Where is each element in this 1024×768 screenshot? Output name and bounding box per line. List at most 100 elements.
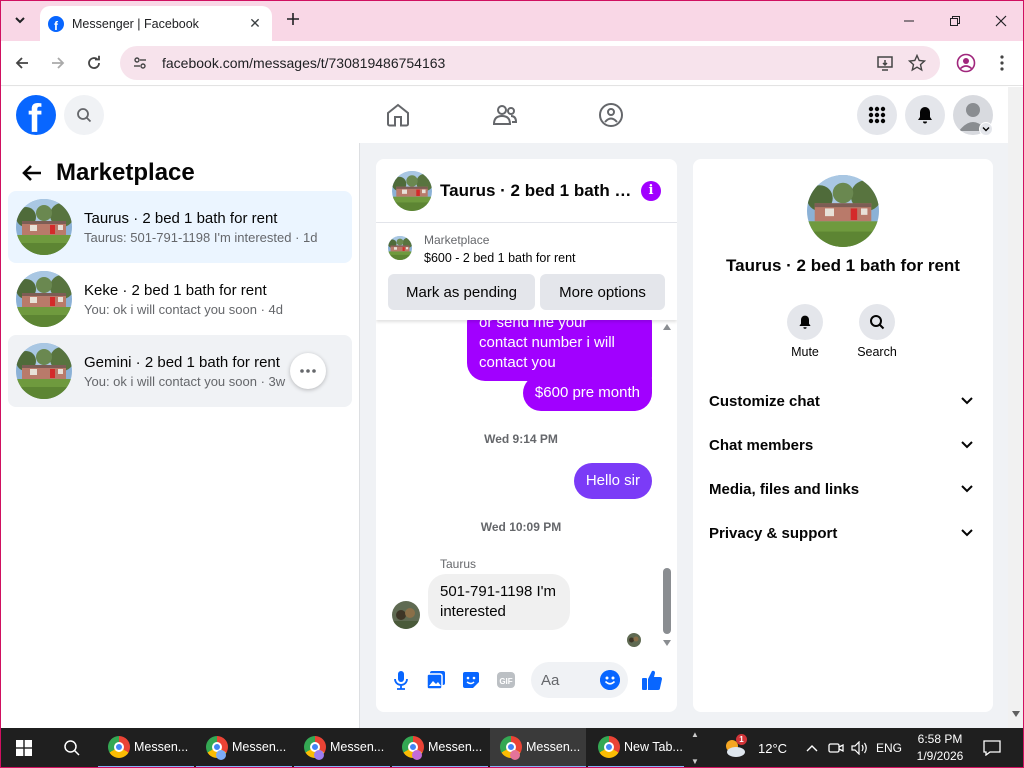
url-text[interactable]: facebook.com/messages/t/730819486754163 bbox=[162, 55, 864, 71]
chat-thumbnail[interactable] bbox=[392, 171, 432, 211]
input-language[interactable]: ENG bbox=[876, 728, 902, 768]
search-icon[interactable] bbox=[64, 95, 104, 135]
chat-title[interactable]: Taurus · 2 bed 1 bath … bbox=[440, 181, 633, 201]
groups-icon[interactable] bbox=[595, 99, 627, 131]
windows-taskbar: Messen... Messen... Messen... Messen... … bbox=[0, 728, 1024, 768]
facebook-logo-icon[interactable]: f bbox=[16, 95, 56, 135]
message-timestamp: Wed 10:09 PM bbox=[480, 520, 562, 534]
tab-title: Messenger | Facebook bbox=[72, 16, 199, 31]
thumbs-up-icon[interactable] bbox=[634, 662, 669, 698]
conversation-title: Taurus · 2 bed 1 bath for rent bbox=[726, 256, 960, 275]
conversation-item-taurus[interactable]: Taurus · 2 bed 1 bath for rent Taurus: 5… bbox=[8, 191, 352, 263]
windows-start-icon[interactable] bbox=[0, 728, 48, 768]
reload-icon[interactable] bbox=[82, 51, 106, 75]
outgoing-message: $600 pre month bbox=[522, 375, 652, 411]
meet-now-camera-icon[interactable] bbox=[824, 728, 848, 768]
bookmark-star-icon[interactable] bbox=[906, 52, 928, 74]
friends-icon[interactable] bbox=[489, 99, 521, 131]
gif-icon[interactable]: GIF bbox=[488, 662, 523, 698]
taskbar-app-label: Messen... bbox=[134, 740, 189, 754]
conversation-details-panel: Taurus · 2 bed 1 bath for rent Mute Sear… bbox=[693, 159, 993, 712]
new-tab-plus-icon[interactable] bbox=[282, 8, 304, 30]
taskbar-app-chrome-1[interactable]: Messen... bbox=[98, 728, 194, 768]
scroll-thumb[interactable] bbox=[663, 568, 671, 634]
mute-label: Mute bbox=[791, 345, 819, 359]
listing-price[interactable]: $600 - 2 bed 1 bath for rent bbox=[424, 251, 576, 265]
section-label: Privacy & support bbox=[709, 524, 838, 542]
emoji-icon[interactable] bbox=[600, 670, 621, 690]
back-arrow-icon[interactable] bbox=[16, 157, 48, 189]
chat-panel: Taurus · 2 bed 1 bath … i Marketplace $6… bbox=[376, 159, 677, 712]
chevron-up-icon[interactable]: ▲ bbox=[691, 730, 699, 739]
chevron-down-icon bbox=[957, 391, 977, 411]
account-chevron-down-icon[interactable] bbox=[979, 122, 993, 136]
facebook-favicon-icon: f bbox=[48, 15, 64, 32]
back-arrow-icon[interactable] bbox=[10, 51, 34, 75]
message-line: interested bbox=[440, 603, 506, 620]
outgoing-message: or send me your contact number i will co… bbox=[467, 320, 652, 381]
section-customize-chat[interactable]: Customize chat bbox=[701, 379, 985, 423]
listing-thumbnail bbox=[16, 199, 72, 255]
close-window-icon[interactable] bbox=[978, 0, 1024, 41]
conversation-item-gemini[interactable]: Gemini · 2 bed 1 bath for rent You: ok i… bbox=[8, 335, 352, 407]
system-tray bbox=[800, 728, 872, 768]
outgoing-message: Hello sir bbox=[573, 463, 652, 499]
page-scrollbar[interactable] bbox=[1008, 87, 1024, 728]
chevron-down-icon[interactable]: ▼ bbox=[691, 757, 699, 766]
mute-button[interactable]: Mute bbox=[775, 304, 835, 359]
forward-arrow-icon[interactable] bbox=[46, 51, 70, 75]
more-options-button[interactable]: More options bbox=[540, 274, 665, 310]
taskbar-app-chrome-3[interactable]: Messen... bbox=[294, 728, 390, 768]
tab-close-icon[interactable]: ✕ bbox=[246, 15, 264, 33]
message-input[interactable]: Aa bbox=[531, 662, 629, 698]
system-clock[interactable]: 6:58 PM 1/9/2026 bbox=[912, 731, 968, 765]
profile-badge-icon bbox=[510, 750, 520, 760]
browser-menu-icon[interactable] bbox=[990, 51, 1014, 75]
photo-icon[interactable] bbox=[419, 662, 454, 698]
taskbar-app-chrome-2[interactable]: Messen... bbox=[196, 728, 292, 768]
chrome-icon bbox=[598, 736, 620, 758]
minimize-icon[interactable] bbox=[886, 0, 932, 41]
taskbar-app-chrome-5-active[interactable]: Messen... bbox=[490, 728, 586, 768]
incoming-message: 501-791-1198 I'm interested bbox=[428, 574, 570, 630]
section-privacy-support[interactable]: Privacy & support bbox=[701, 511, 985, 555]
browser-tab-messenger[interactable]: f Messenger | Facebook ✕ bbox=[40, 6, 272, 41]
weather-widget[interactable]: 1 12°C bbox=[722, 728, 787, 768]
more-options-ellipsis-icon[interactable] bbox=[290, 353, 326, 389]
install-app-icon[interactable] bbox=[874, 52, 896, 74]
listing-photo[interactable] bbox=[807, 175, 879, 247]
conversation-item-keke[interactable]: Keke · 2 bed 1 bath for rent You: ok i w… bbox=[8, 263, 352, 335]
section-media-files-links[interactable]: Media, files and links bbox=[701, 467, 985, 511]
taskbar-app-chrome-6[interactable]: New Tab... bbox=[588, 728, 684, 768]
taskbar-app-label: Messen... bbox=[526, 740, 581, 754]
listing-thumbnail bbox=[16, 343, 72, 399]
listing-label: Marketplace bbox=[424, 233, 490, 247]
taskbar-scroll-arrows[interactable]: ▲ ▼ bbox=[688, 728, 702, 768]
volume-speaker-icon[interactable] bbox=[848, 728, 872, 768]
home-icon[interactable] bbox=[382, 99, 414, 131]
notifications-bell-icon[interactable] bbox=[905, 95, 945, 135]
temperature: 12°C bbox=[758, 740, 788, 756]
tab-search-chevron-icon[interactable] bbox=[8, 8, 32, 32]
taskbar-app-chrome-4[interactable]: Messen... bbox=[392, 728, 488, 768]
info-icon[interactable]: i bbox=[641, 180, 661, 201]
message-scrollbar[interactable] bbox=[662, 320, 672, 650]
notification-center-icon[interactable] bbox=[980, 728, 1004, 768]
conversation-preview: You: ok i will contact you soon · 4d bbox=[84, 301, 283, 317]
sticker-icon[interactable] bbox=[454, 662, 489, 698]
sender-avatar[interactable] bbox=[392, 601, 420, 629]
browser-profile-icon[interactable] bbox=[954, 51, 978, 75]
mark-as-pending-button[interactable]: Mark as pending bbox=[388, 274, 535, 310]
menu-grid-icon[interactable] bbox=[857, 95, 897, 135]
svg-text:GIF: GIF bbox=[499, 677, 512, 686]
search-in-conversation-button[interactable]: Search bbox=[847, 304, 907, 359]
taskbar-search-icon[interactable] bbox=[48, 728, 96, 768]
restore-icon[interactable] bbox=[932, 0, 978, 41]
listing-thumbnail[interactable] bbox=[388, 236, 412, 260]
section-chat-members[interactable]: Chat members bbox=[701, 423, 985, 467]
site-settings-icon[interactable] bbox=[132, 55, 148, 71]
address-bar[interactable]: facebook.com/messages/t/730819486754163 bbox=[120, 46, 940, 80]
show-hidden-icons-chevron-up-icon[interactable] bbox=[800, 728, 824, 768]
microphone-icon[interactable] bbox=[384, 662, 419, 698]
chevron-down-icon bbox=[957, 479, 977, 499]
